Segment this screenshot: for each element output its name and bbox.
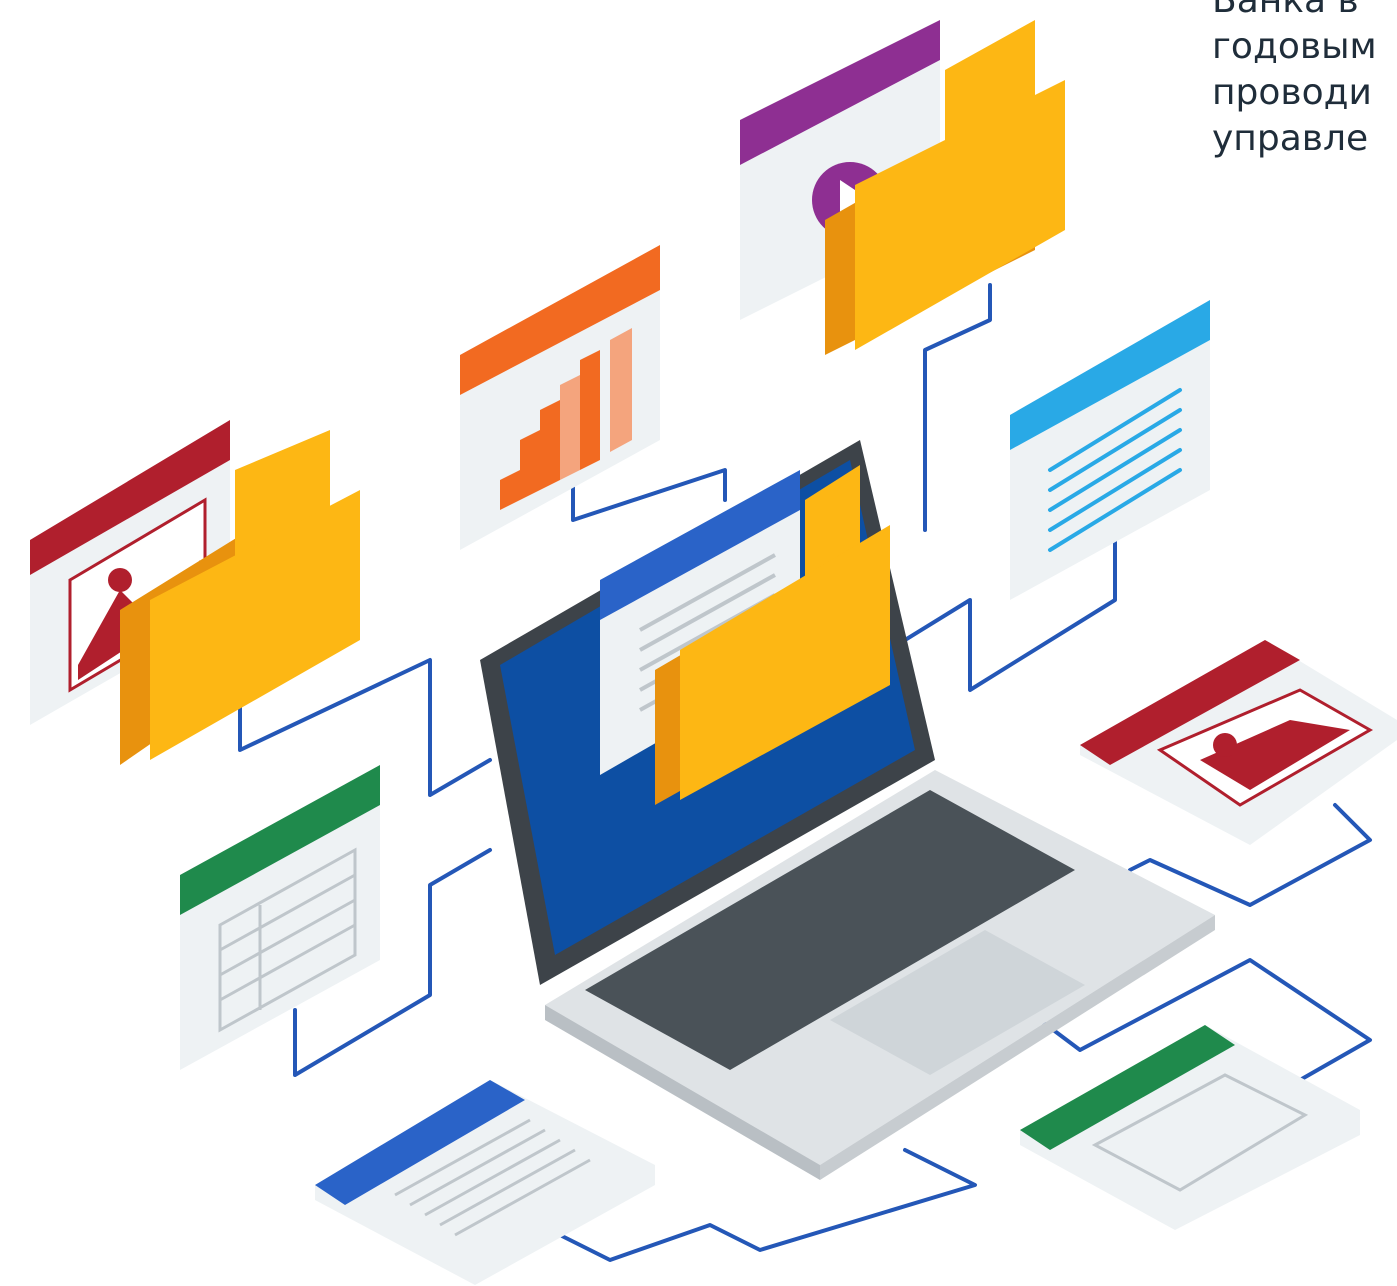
text-line: Банка в [1212, 0, 1359, 21]
text-line: проводи [1212, 72, 1372, 113]
partial-text-block: Банка в годовым проводи управле [1212, 0, 1397, 162]
text-window-blue [1010, 300, 1210, 600]
text-line: управле [1212, 118, 1369, 159]
chart-window-orange [460, 245, 660, 550]
sheet-card-green-right [1020, 1025, 1360, 1230]
text-line: годовым [1212, 26, 1377, 67]
sheet-window-green-left [180, 765, 380, 1070]
doc-card-blue-bottom [315, 1080, 655, 1285]
image-card-red-right [1080, 640, 1397, 845]
illustration [30, 20, 1397, 1285]
